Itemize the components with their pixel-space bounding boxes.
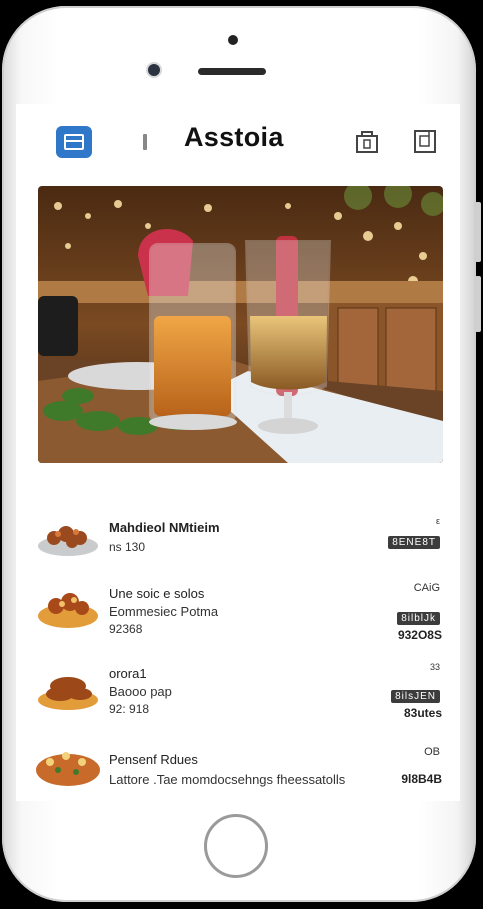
volume-up-button [475,202,481,262]
page-title: Asstoia [184,122,284,152]
proximity-sensor [228,35,238,45]
menu-item-price: 932O8S [397,628,442,642]
menu-item-code: 92: 918 [109,702,150,716]
bag-icon[interactable] [354,128,380,154]
menu-item-subtitle: ns 130 [109,540,146,554]
menu-item-name: orora1 [109,666,147,681]
menu-item-price-tag: 8ENE8T [388,536,440,549]
menu-item-price-top: ε [435,516,440,526]
earpiece-speaker [198,68,266,75]
menu-item-name: Une soic e solos [109,586,205,601]
menu-icon[interactable] [56,126,92,158]
menu-item-price-tag: 8ilsJEN [391,690,440,703]
document-icon[interactable] [412,128,438,154]
menu-item-description: Lattore .Tae momdocsehngs fheessatolls [109,772,346,787]
header-divider [143,134,147,150]
menu-item-right-label: OB [424,746,440,758]
food-thumbnail [36,752,100,786]
menu-item-price: 83utes [403,706,442,720]
food-thumbnail [38,526,98,556]
menu-item-code: 92368 [109,622,143,636]
menu-item-description: Baooo pap [109,684,172,699]
app-header: Asstoia [16,104,460,176]
menu-item-description: Eommesiec Potma [109,604,219,619]
menu-item-price-tag: 8ilblJk [397,612,440,625]
menu-item-name: Mahdieol NMtieim [109,520,220,535]
volume-down-button [475,276,481,332]
menu-item-right-label: 33 [429,662,440,672]
front-camera [148,64,160,76]
app-screen: Asstoia Mahdieol NMtieim ns 130 ε 8ENE8T… [16,104,460,801]
menu-item-name: Pensenf Rdues [109,752,198,767]
food-thumbnail [38,677,98,710]
menu-item-price: 9l8B4B [401,772,442,786]
hero-image [38,186,443,463]
menu-item-right-label: CAiG [413,582,440,594]
phone-frame: Asstoia Mahdieol NMtieim ns 130 ε 8ENE8T… [2,6,481,902]
food-thumbnail [38,593,98,628]
home-button[interactable] [204,814,268,878]
